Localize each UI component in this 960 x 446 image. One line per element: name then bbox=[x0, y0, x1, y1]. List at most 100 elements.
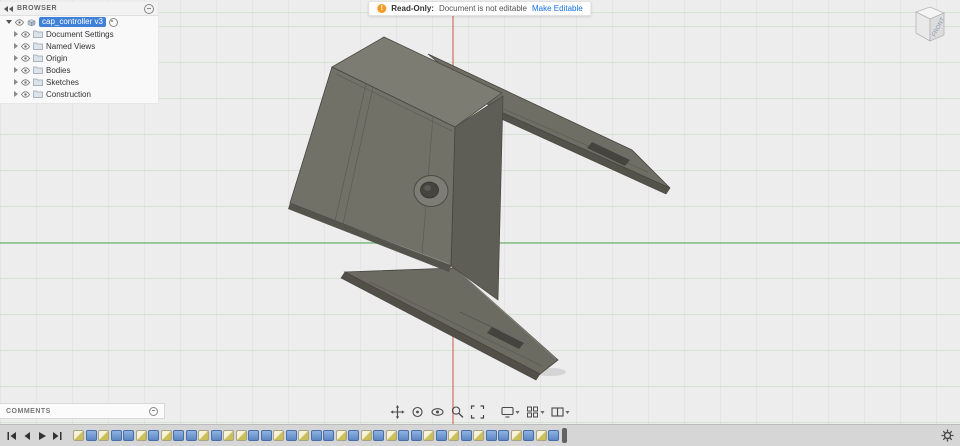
disclosure-open-icon[interactable] bbox=[6, 20, 12, 24]
folder-icon bbox=[33, 78, 43, 86]
timeline-feature-sketch-icon[interactable] bbox=[335, 430, 347, 441]
timeline-feature-solid-icon[interactable] bbox=[85, 430, 97, 441]
browser-item-label: Sketches bbox=[46, 77, 79, 87]
skip-to-end-icon[interactable] bbox=[51, 430, 63, 442]
timeline-feature-sketch-icon[interactable] bbox=[135, 430, 147, 441]
browser-row-document-settings[interactable]: Document Settings bbox=[0, 28, 158, 40]
browser-row-named-views[interactable]: Named Views bbox=[0, 40, 158, 52]
look-at-icon bbox=[431, 408, 444, 416]
browser-item-label: Named Views bbox=[46, 41, 96, 51]
pan-button[interactable] bbox=[390, 404, 406, 420]
fusion-app-window: BROWSER cap_controller v3 Document Setti… bbox=[0, 0, 960, 446]
timeline-feature-solid-icon[interactable] bbox=[410, 430, 422, 441]
timeline-feature-sketch-icon[interactable] bbox=[98, 430, 109, 441]
skip-to-start-icon[interactable] bbox=[6, 430, 18, 442]
timeline-feature-solid-icon[interactable] bbox=[498, 430, 509, 441]
browser-row-origin[interactable]: Origin bbox=[0, 52, 158, 64]
browser-options-icon[interactable] bbox=[144, 3, 154, 14]
timeline-feature-solid-icon[interactable] bbox=[523, 430, 534, 441]
disclosure-closed-icon[interactable] bbox=[14, 31, 18, 37]
timeline-feature-sketch-icon[interactable] bbox=[235, 430, 247, 441]
zoom-button[interactable] bbox=[450, 404, 466, 420]
timeline-feature-sketch-icon[interactable] bbox=[423, 430, 434, 441]
timeline-settings-gear[interactable] bbox=[941, 429, 954, 442]
timeline-feature-solid-icon[interactable] bbox=[310, 430, 322, 441]
timeline-feature-solid-icon[interactable] bbox=[110, 430, 122, 441]
disclosure-closed-icon[interactable] bbox=[14, 67, 18, 73]
folder-icon bbox=[33, 66, 43, 74]
comments-panel[interactable]: COMMENTS bbox=[0, 403, 165, 419]
timeline-feature-solid-icon[interactable] bbox=[548, 430, 559, 441]
visibility-eye-icon[interactable] bbox=[21, 30, 30, 38]
timeline-feature-solid-icon[interactable] bbox=[248, 430, 259, 441]
timeline-feature-sketch-icon[interactable] bbox=[535, 430, 547, 441]
orbit-button[interactable] bbox=[410, 404, 426, 420]
fit-icon bbox=[470, 405, 485, 419]
visibility-eye-icon[interactable] bbox=[21, 42, 30, 50]
timeline-feature-solid-icon[interactable] bbox=[185, 430, 197, 441]
folder-icon bbox=[33, 90, 43, 98]
look-at-button[interactable] bbox=[430, 404, 446, 420]
browser-row-document[interactable]: cap_controller v3 bbox=[0, 16, 158, 28]
timeline-feature-solid-icon[interactable] bbox=[260, 430, 272, 441]
green-axis-line bbox=[0, 242, 960, 244]
timeline-feature-solid-icon[interactable] bbox=[373, 430, 384, 441]
make-editable-link[interactable]: Make Editable bbox=[532, 4, 583, 13]
visibility-eye-icon[interactable] bbox=[21, 78, 30, 86]
visibility-eye-icon[interactable] bbox=[21, 54, 30, 62]
timeline-feature-sketch-icon[interactable] bbox=[473, 430, 484, 441]
visibility-eye-icon[interactable] bbox=[21, 66, 30, 74]
disclosure-closed-icon[interactable] bbox=[14, 55, 18, 61]
chevron-down-icon bbox=[515, 410, 520, 414]
timeline-feature-solid-icon[interactable] bbox=[285, 430, 297, 441]
timeline-feature-solid-icon[interactable] bbox=[148, 430, 159, 441]
disclosure-closed-icon[interactable] bbox=[14, 91, 18, 97]
step-back-icon[interactable] bbox=[21, 430, 33, 442]
timeline-feature-solid-icon[interactable] bbox=[123, 430, 134, 441]
timeline-feature-solid-icon[interactable] bbox=[398, 430, 409, 441]
pan-icon bbox=[390, 405, 405, 419]
browser-item-label: Document Settings bbox=[46, 29, 114, 39]
play-icon[interactable] bbox=[36, 430, 48, 442]
timeline-feature-sketch-icon[interactable] bbox=[448, 430, 459, 441]
disclosure-closed-icon[interactable] bbox=[14, 43, 18, 49]
timeline-feature-solid-icon[interactable] bbox=[173, 430, 184, 441]
display-settings-icon bbox=[501, 406, 514, 418]
browser-row-construction[interactable]: Construction bbox=[0, 88, 158, 100]
activate-component-icon[interactable] bbox=[108, 17, 118, 27]
browser-row-sketches[interactable]: Sketches bbox=[0, 76, 158, 88]
viewcube[interactable]: FRONT bbox=[908, 3, 952, 49]
browser-item-label: Construction bbox=[46, 89, 91, 99]
timeline-feature-sketch-icon[interactable] bbox=[223, 430, 234, 441]
timeline-position-marker[interactable] bbox=[562, 428, 567, 443]
comments-options-icon[interactable] bbox=[149, 406, 158, 416]
timeline-feature-sketch-icon[interactable] bbox=[360, 430, 372, 441]
grid-settings-button[interactable] bbox=[525, 404, 546, 420]
timeline-feature-solid-icon[interactable] bbox=[323, 430, 334, 441]
timeline-feature-sketch-icon[interactable] bbox=[160, 430, 172, 441]
timeline-feature-solid-icon[interactable] bbox=[348, 430, 359, 441]
timeline-feature-sketch-icon[interactable] bbox=[73, 430, 84, 441]
document-name[interactable]: cap_controller v3 bbox=[39, 17, 106, 27]
zoom-icon bbox=[451, 406, 464, 418]
visibility-eye-icon[interactable] bbox=[21, 90, 30, 98]
fit-button[interactable] bbox=[470, 404, 486, 420]
timeline-feature-solid-icon[interactable] bbox=[435, 430, 447, 441]
read-only-message: Document is not editable bbox=[438, 4, 528, 13]
timeline-feature-solid-icon[interactable] bbox=[485, 430, 497, 441]
warning-icon: ! bbox=[377, 4, 387, 13]
timeline-feature-solid-icon[interactable] bbox=[210, 430, 222, 441]
timeline-feature-solid-icon[interactable] bbox=[460, 430, 472, 441]
timeline-feature-sketch-icon[interactable] bbox=[510, 430, 522, 441]
disclosure-closed-icon[interactable] bbox=[14, 79, 18, 85]
collapse-panel-icon[interactable] bbox=[4, 5, 13, 12]
timeline-feature-sketch-icon[interactable] bbox=[298, 430, 309, 441]
browser-row-bodies[interactable]: Bodies bbox=[0, 64, 158, 76]
timeline-feature-sketch-icon[interactable] bbox=[198, 430, 209, 441]
display-settings-button[interactable] bbox=[500, 404, 521, 420]
viewports-button[interactable] bbox=[550, 404, 571, 420]
timeline-feature-sketch-icon[interactable] bbox=[273, 430, 284, 441]
visibility-eye-icon[interactable] bbox=[15, 18, 24, 26]
timeline-features bbox=[73, 430, 559, 441]
timeline-feature-sketch-icon[interactable] bbox=[385, 430, 397, 441]
